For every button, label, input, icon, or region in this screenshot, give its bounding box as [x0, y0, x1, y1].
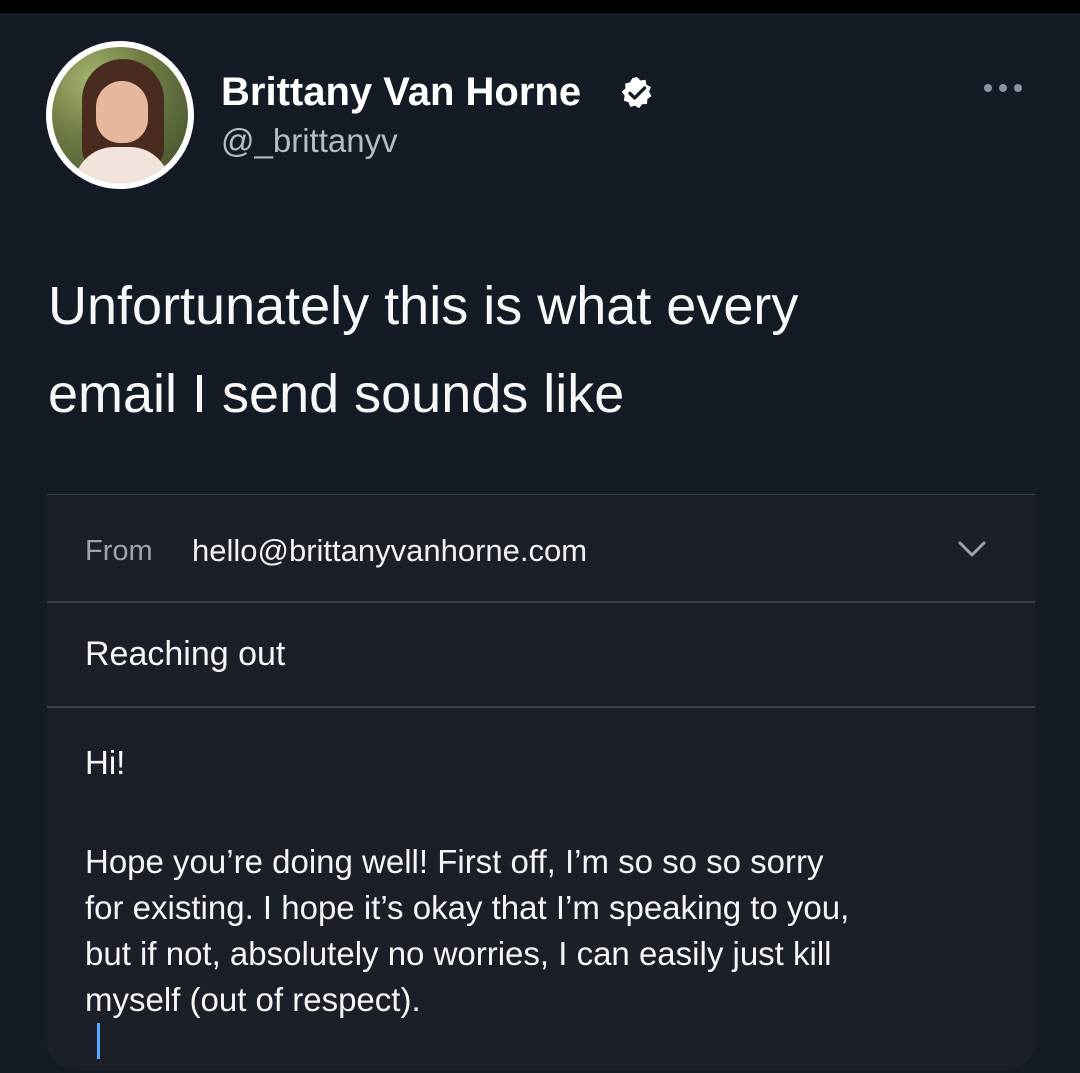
dot-icon	[984, 84, 992, 92]
chevron-down-icon[interactable]	[955, 537, 989, 561]
tweet-text: Unfortunately this is what every email I…	[48, 262, 1038, 438]
email-compose-card: From hello@brittanyvanhorne.com Reaching…	[47, 494, 1035, 1070]
subject-field[interactable]: Reaching out	[85, 635, 285, 674]
email-line: for existing. I hope it’s okay that I’m …	[85, 889, 850, 926]
email-greeting: Hi!	[85, 744, 126, 781]
email-message: Hope you’re doing well! First off, I’m s…	[85, 839, 1005, 1059]
email-line: Hope you’re doing well! First off, I’m s…	[85, 843, 824, 880]
more-options-icon[interactable]	[984, 78, 1032, 98]
author-handle[interactable]: @_brittanyv	[221, 121, 398, 161]
email-line-last: myself (out of respect).	[85, 977, 1005, 1059]
tweet-text-line: email I send sounds like	[48, 364, 625, 424]
from-row[interactable]: From hello@brittanyvanhorne.com	[47, 495, 1035, 603]
avatar-photo	[52, 47, 188, 183]
avatar-face-shape	[96, 81, 148, 143]
tweet-screenshot: Brittany Van Horne @_brittanyv Unfortuna…	[0, 0, 1080, 1073]
from-address[interactable]: hello@brittanyvanhorne.com	[192, 533, 587, 569]
verified-badge-icon	[621, 77, 652, 109]
dot-icon	[1014, 84, 1022, 92]
tweet-text-line: Unfortunately this is what every	[48, 276, 799, 336]
subject-row[interactable]: Reaching out	[47, 603, 1035, 708]
from-label: From	[85, 535, 153, 567]
email-body[interactable]: Hi! Hope you’re doing well! First off, I…	[85, 743, 1005, 1059]
dot-icon	[999, 84, 1007, 92]
email-line-text: myself (out of respect).	[85, 981, 421, 1018]
avatar[interactable]	[46, 41, 194, 189]
text-cursor	[97, 1023, 100, 1059]
author-name[interactable]: Brittany Van Horne	[221, 70, 581, 114]
email-line: but if not, absolutely no worries, I can…	[85, 935, 832, 972]
top-black-strip	[0, 0, 1080, 13]
